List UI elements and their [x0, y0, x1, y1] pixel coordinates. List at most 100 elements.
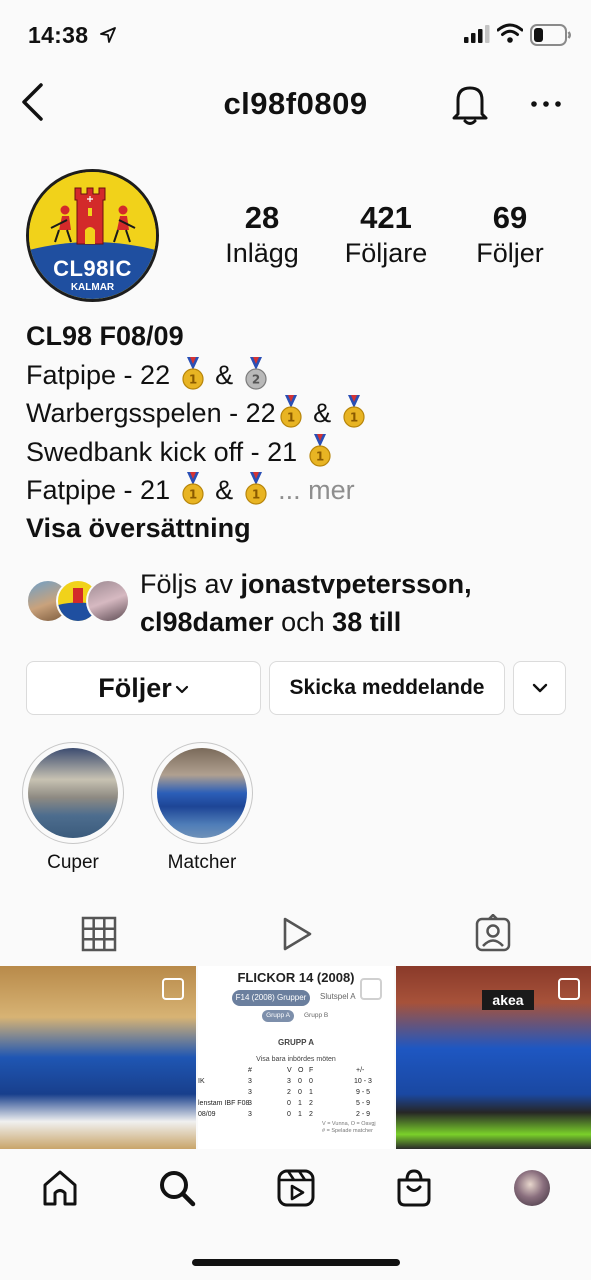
profile-tab-avatar[interactable]	[514, 1170, 550, 1206]
following-button[interactable]: Följer	[26, 661, 261, 715]
doc-cell: +/-	[356, 1067, 365, 1074]
followed-by[interactable]: Följs av jonastvpetersson, cl98damer och…	[26, 565, 571, 645]
doc-cell: 0	[298, 1078, 302, 1085]
more-options-icon[interactable]	[528, 84, 564, 124]
bio-line: Fatpipe - 22 1 & 2	[26, 356, 571, 395]
stat-posts[interactable]: 28 Inlägg	[200, 200, 324, 270]
bio-amp: &	[313, 398, 332, 428]
doc-cell: 3	[248, 1078, 252, 1085]
post-grid: FLICKOR 14 (2008) F14 (2008) Grupper Slu…	[0, 966, 591, 1149]
stat-followers[interactable]: 421 Följare	[324, 200, 448, 270]
send-message-button[interactable]: Skicka meddelande	[269, 661, 505, 715]
doc-sub-active: Grupp A	[262, 1010, 294, 1022]
doc-cell: 3	[287, 1078, 291, 1085]
post-thumbnail[interactable]	[0, 966, 196, 1149]
doc-cell: #	[248, 1067, 252, 1074]
battery-icon	[530, 24, 571, 46]
suggested-accounts-button[interactable]	[513, 661, 566, 715]
doc-cell: 2	[309, 1111, 313, 1118]
shop-icon[interactable]	[394, 1168, 434, 1208]
reels-icon[interactable]	[276, 1168, 316, 1208]
doc-tab-active: F14 (2008) Grupper	[232, 990, 310, 1006]
svg-text:1: 1	[315, 449, 323, 463]
post-thumbnail[interactable]: FLICKOR 14 (2008) F14 (2008) Grupper Slu…	[198, 966, 394, 1149]
bio-line-text: Fatpipe - 22	[26, 359, 171, 390]
stat-following[interactable]: 69 Följer	[448, 200, 572, 270]
highlight-cuper[interactable]: Cuper	[22, 742, 124, 874]
gold-medal-icon: 1	[245, 472, 267, 505]
bio-line: Fatpipe - 21 1 & 1 ... mer	[26, 471, 571, 510]
profile-content-tabs	[0, 900, 591, 966]
home-indicator	[192, 1259, 400, 1266]
bio-line: Warbergsspelen - 22 1 & 1	[26, 394, 571, 433]
gold-medal-icon: 1	[343, 395, 365, 428]
highlight-matcher[interactable]: Matcher	[151, 742, 253, 874]
highlight-image	[157, 748, 247, 838]
translate-link[interactable]: Visa översättning	[26, 510, 571, 548]
doc-cell: 0	[287, 1111, 291, 1118]
stat-value: 69	[492, 200, 528, 235]
grid-tab-icon[interactable]	[79, 914, 119, 954]
doc-cell: V	[287, 1067, 292, 1074]
bio-more-link[interactable]: ... mer	[278, 475, 355, 505]
display-name: CL98 F08/09	[26, 321, 184, 351]
tagged-tab-icon[interactable]	[473, 914, 513, 954]
doc-cell: 2	[309, 1100, 313, 1107]
doc-cell: 2	[287, 1089, 291, 1096]
wifi-icon	[497, 23, 523, 43]
stat-label: Följare	[344, 238, 428, 268]
notification-bell-icon[interactable]	[450, 82, 490, 126]
doc-toggle: Visa bara inbördes möten	[256, 1056, 336, 1063]
followers-more-count[interactable]: 38 till	[332, 607, 401, 637]
doc-cell: 3	[248, 1100, 252, 1107]
doc-cell: 1	[298, 1100, 302, 1107]
home-icon[interactable]	[40, 1168, 80, 1208]
doc-cell: 0	[309, 1078, 313, 1085]
doc-cell: 1	[298, 1111, 302, 1118]
highlight-image	[28, 748, 118, 838]
profile-stats: 28 Inlägg 421 Följare 69 Följer	[200, 200, 572, 270]
profile-header: cl98f0809	[0, 70, 591, 136]
highlight-ring	[22, 742, 124, 844]
gold-medal-icon: 1	[280, 395, 302, 428]
followed-prefix: Följs av	[140, 569, 234, 599]
doc-cell: O	[298, 1067, 304, 1074]
status-bar: 14:38	[0, 0, 591, 70]
profile-avatar[interactable]: CL98IC KALMAR	[26, 169, 159, 302]
doc-cell: 0	[287, 1100, 291, 1107]
stat-value: 421	[360, 200, 412, 235]
stat-value: 28	[244, 200, 280, 235]
following-label: Följer	[98, 672, 172, 703]
silver-medal-icon: 2	[245, 356, 267, 390]
doc-footnote: V = Vunna, O = Oavgj # = Spelade matcher	[322, 1121, 376, 1135]
svg-text:1: 1	[286, 411, 294, 425]
doc-cell: 1	[309, 1089, 313, 1096]
follower-user-1[interactable]: jonastvpetersson,	[241, 569, 472, 599]
follower-avatars	[26, 579, 132, 627]
follower-user-2[interactable]: cl98damer	[140, 607, 274, 637]
stat-label: Följer	[476, 238, 544, 268]
highlight-ring	[151, 742, 253, 844]
bio-line: Swedbank kick off - 21 1	[26, 433, 571, 472]
doc-cell: 0	[298, 1089, 302, 1096]
send-message-label: Skicka meddelande	[289, 676, 485, 699]
doc-cell: 9 - 5	[356, 1089, 371, 1096]
reels-tab-icon[interactable]	[276, 914, 316, 954]
highlight-label: Matcher	[167, 852, 237, 873]
followed-by-text: Följs av jonastvpetersson, cl98damer och…	[140, 565, 472, 641]
doc-cell: 3	[248, 1089, 252, 1096]
bio-line-text: Swedbank kick off - 21	[26, 436, 298, 467]
carousel-icon	[162, 978, 184, 1000]
bio-line-text: Warbergsspelen - 22	[26, 398, 276, 428]
bio-amp: &	[215, 475, 234, 505]
doc-cell: 3	[248, 1111, 252, 1118]
doc-footnote-line: # = Spelade matcher	[322, 1128, 373, 1134]
doc-cell: F	[309, 1067, 314, 1074]
carousel-icon	[558, 978, 580, 1000]
svg-text:1: 1	[349, 411, 357, 425]
followed-conj: och	[281, 607, 325, 637]
logo-text: CL98IC	[53, 256, 132, 281]
gold-medal-icon: 1	[309, 433, 331, 467]
search-icon[interactable]	[157, 1168, 197, 1208]
post-thumbnail[interactable]: akea	[396, 966, 591, 1149]
